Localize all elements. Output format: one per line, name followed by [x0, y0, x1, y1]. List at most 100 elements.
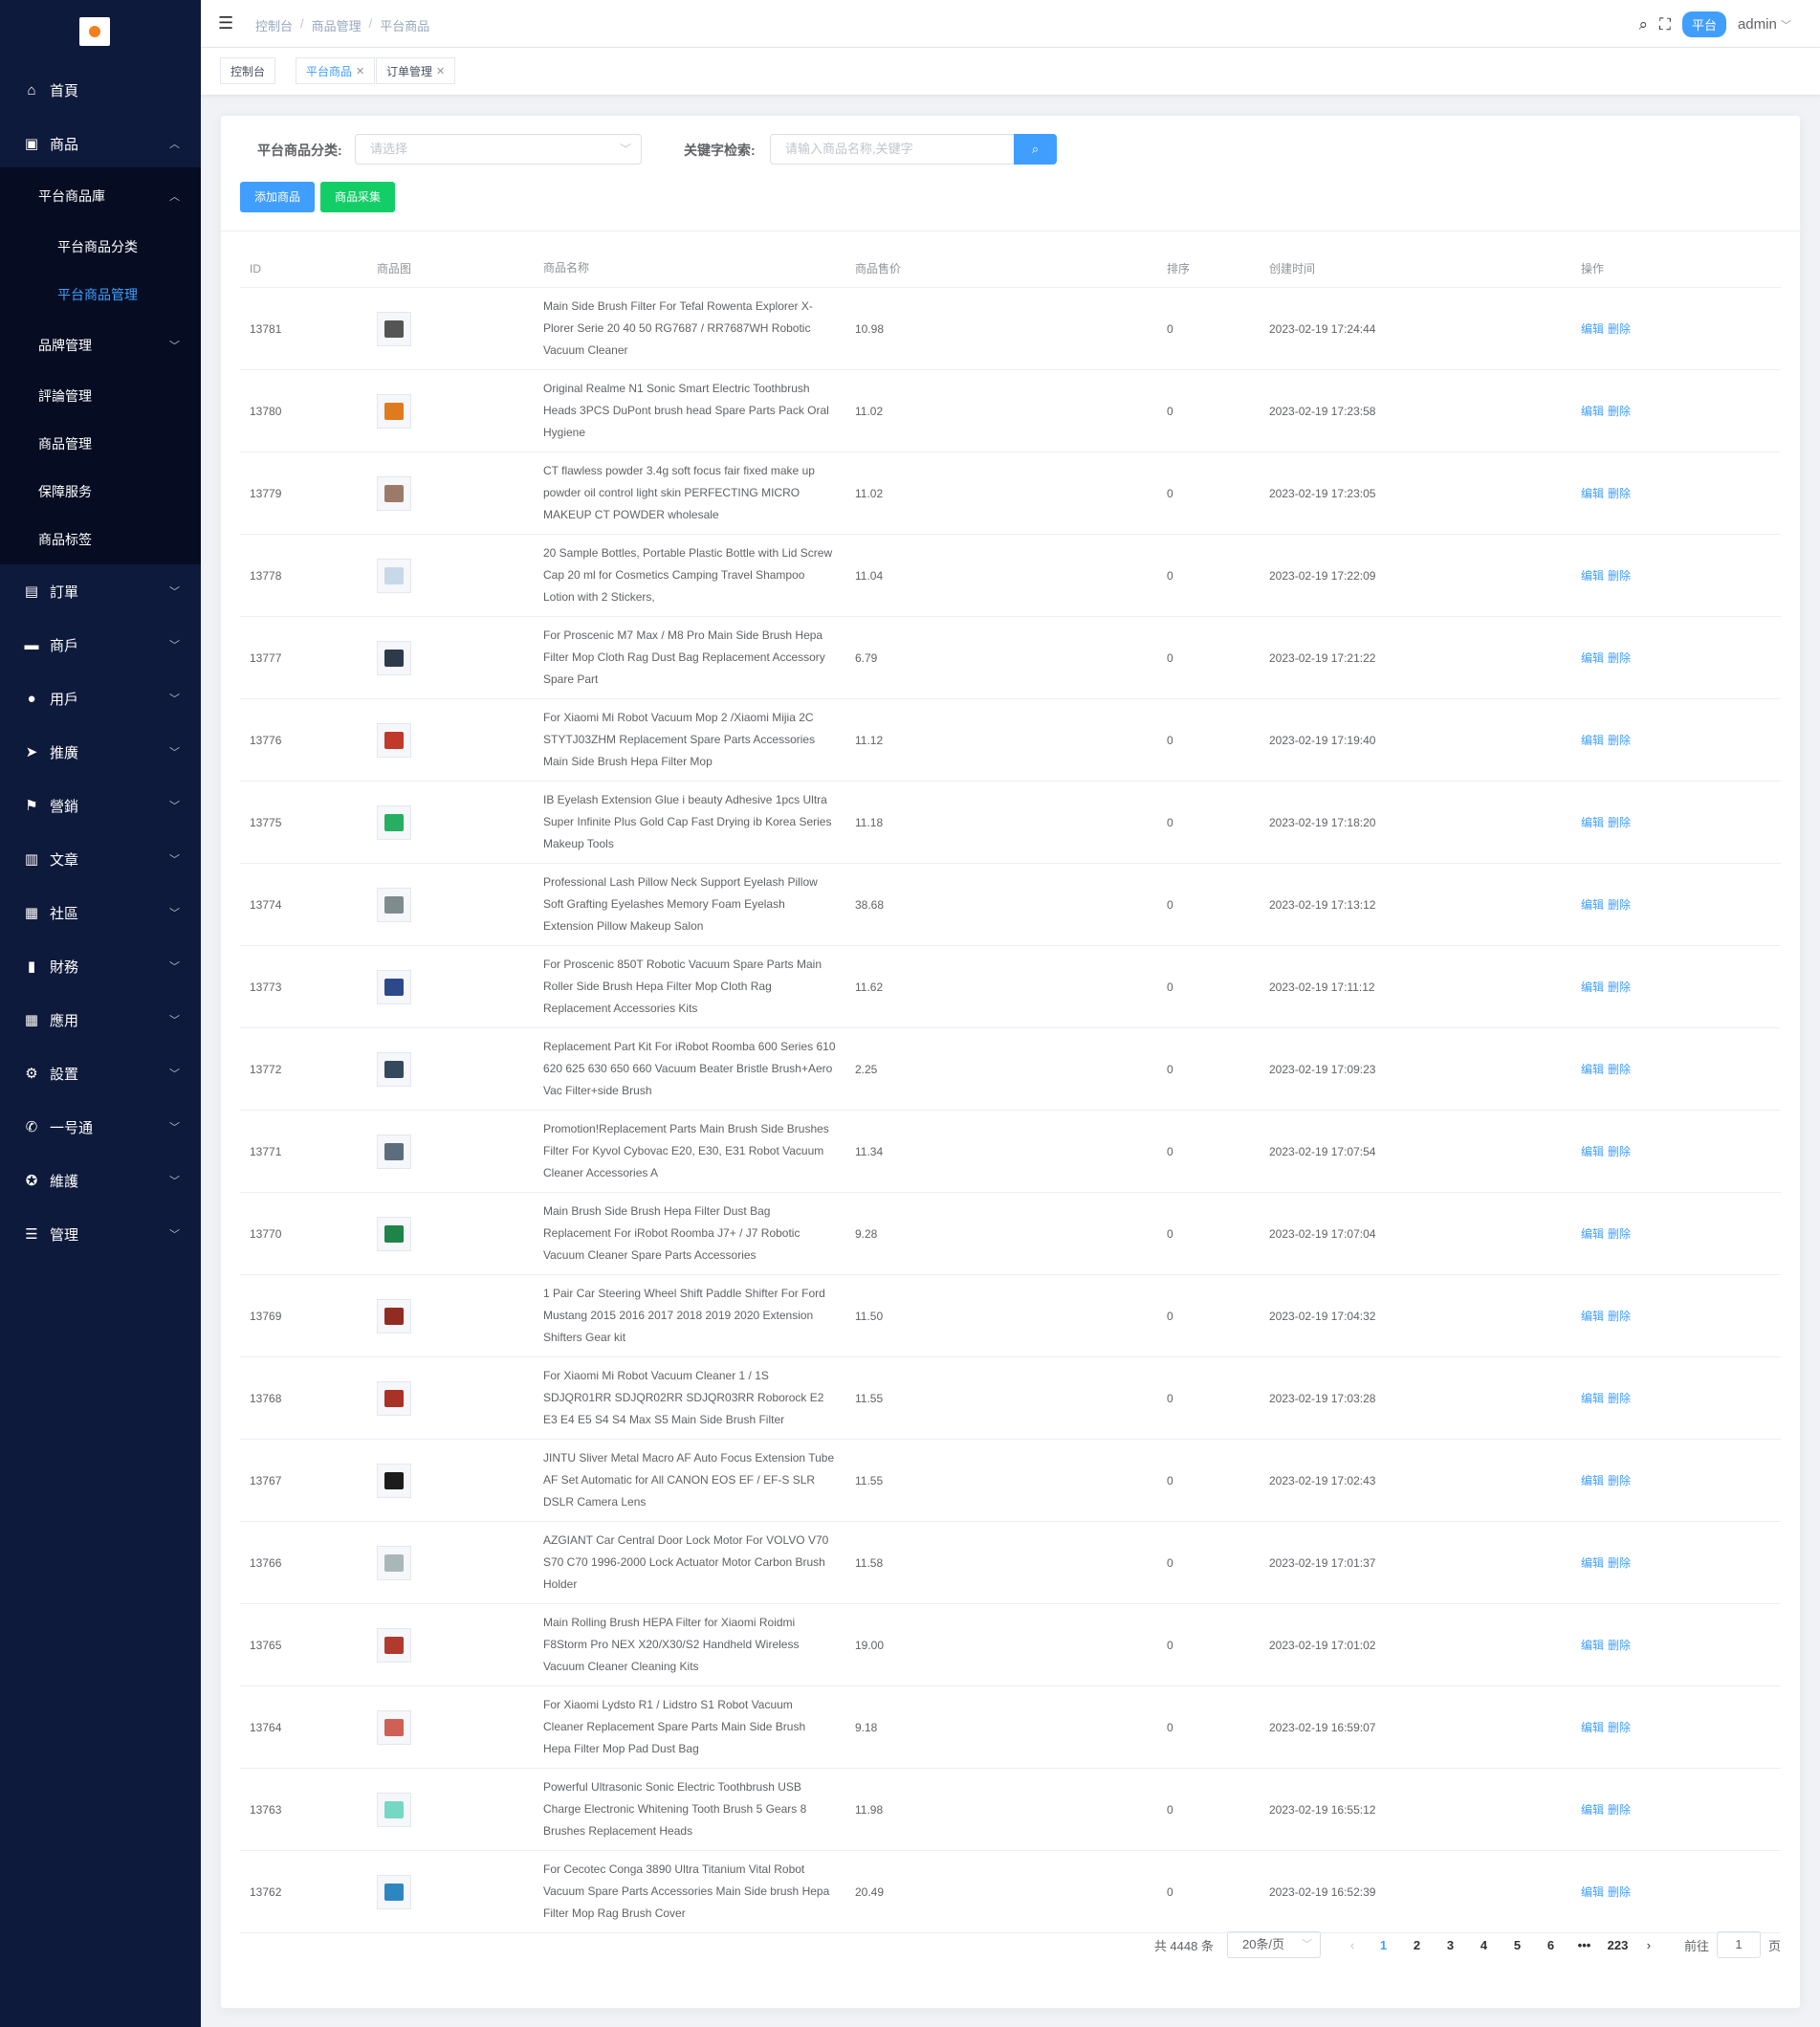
edit-link[interactable]: 编辑: [1581, 816, 1604, 829]
sidebar-menu-item[interactable]: ▦ 社區 ﹀: [0, 886, 201, 939]
edit-link[interactable]: 编辑: [1581, 405, 1604, 418]
edit-link[interactable]: 编辑: [1581, 651, 1604, 665]
sidebar-submenu-item[interactable]: 平台商品管理: [0, 271, 201, 319]
product-thumbnail[interactable]: [377, 1792, 411, 1827]
breadcrumb-item[interactable]: 控制台: [255, 16, 293, 34]
delete-link[interactable]: 删除: [1608, 1639, 1631, 1652]
edit-link[interactable]: 编辑: [1581, 980, 1604, 994]
sidebar-menu-item[interactable]: ✪ 維護 ﹀: [0, 1154, 201, 1207]
delete-link[interactable]: 删除: [1608, 734, 1631, 747]
close-icon[interactable]: ✕: [356, 65, 364, 77]
product-thumbnail[interactable]: [377, 311, 411, 346]
search-icon[interactable]: ⌕: [1639, 15, 1649, 34]
tab-tag[interactable]: 订单管理 ✕: [376, 57, 456, 84]
delete-link[interactable]: 删除: [1608, 1885, 1631, 1899]
edit-link[interactable]: 编辑: [1581, 1639, 1604, 1652]
page-number[interactable]: 223: [1601, 1938, 1634, 1952]
delete-link[interactable]: 删除: [1608, 1556, 1631, 1570]
product-thumbnail[interactable]: [377, 1051, 411, 1087]
sidebar-menu-item[interactable]: ● 用戶 ﹀: [0, 672, 201, 725]
edit-link[interactable]: 编辑: [1581, 1556, 1604, 1570]
product-thumbnail[interactable]: [377, 640, 411, 675]
sidebar-menu-item[interactable]: ⚑ 營銷 ﹀: [0, 779, 201, 832]
product-thumbnail[interactable]: [377, 1545, 411, 1580]
category-select[interactable]: 请选择 ﹀: [355, 134, 642, 165]
delete-link[interactable]: 删除: [1608, 405, 1631, 418]
delete-link[interactable]: 删除: [1608, 980, 1631, 994]
sidebar-submenu-item[interactable]: 平台商品分类: [0, 223, 201, 271]
keyword-search-input[interactable]: 请输入商品名称,关键字: [770, 134, 1014, 165]
product-thumbnail[interactable]: [377, 1134, 411, 1169]
product-thumbnail[interactable]: [377, 1216, 411, 1251]
menu-toggle-icon[interactable]: ☰: [218, 13, 233, 33]
sidebar-menu-item[interactable]: ☰ 管理 ﹀: [0, 1207, 201, 1261]
delete-link[interactable]: 删除: [1608, 1063, 1631, 1076]
product-thumbnail[interactable]: [377, 1874, 411, 1909]
page-number[interactable]: 2: [1400, 1938, 1434, 1952]
page-size-select[interactable]: 20条/页 ﹀: [1226, 1931, 1321, 1958]
edit-link[interactable]: 编辑: [1581, 1803, 1604, 1817]
delete-link[interactable]: 删除: [1608, 898, 1631, 912]
product-thumbnail[interactable]: [377, 887, 411, 922]
delete-link[interactable]: 删除: [1608, 569, 1631, 583]
prev-page-icon[interactable]: ‹: [1338, 1938, 1367, 1952]
sidebar-menu-item[interactable]: ▤ 訂單 ﹀: [0, 564, 201, 618]
sidebar-menu-item[interactable]: ✆ 一号通 ﹀: [0, 1100, 201, 1154]
sidebar-submenu-item[interactable]: 商品管理: [0, 420, 201, 468]
product-thumbnail[interactable]: [377, 969, 411, 1004]
sidebar-menu-item[interactable]: ▦ 應用 ﹀: [0, 993, 201, 1047]
page-number[interactable]: 6: [1534, 1938, 1568, 1952]
breadcrumb-item[interactable]: 商品管理: [312, 16, 362, 34]
sidebar-submenu-item[interactable]: 平台商品庫 ︿: [0, 172, 201, 220]
edit-link[interactable]: 编辑: [1581, 487, 1604, 500]
edit-link[interactable]: 编辑: [1581, 1310, 1604, 1323]
sidebar-menu-item[interactable]: ⚙ 設置 ﹀: [0, 1047, 201, 1100]
edit-link[interactable]: 编辑: [1581, 1227, 1604, 1241]
delete-link[interactable]: 删除: [1608, 487, 1631, 500]
edit-link[interactable]: 编辑: [1581, 1392, 1604, 1405]
tab-tag[interactable]: 平台商品 ✕: [296, 57, 376, 84]
page-number[interactable]: 4: [1467, 1938, 1501, 1952]
delete-link[interactable]: 删除: [1608, 322, 1631, 336]
product-thumbnail[interactable]: [377, 475, 411, 511]
product-thumbnail[interactable]: [377, 1380, 411, 1416]
delete-link[interactable]: 删除: [1608, 651, 1631, 665]
delete-link[interactable]: 删除: [1608, 1145, 1631, 1158]
product-thumbnail[interactable]: [377, 722, 411, 758]
sidebar-submenu-item[interactable]: 評論管理: [0, 372, 201, 420]
sidebar-menu-item[interactable]: ▮ 財務 ﹀: [0, 939, 201, 993]
search-button[interactable]: ⌕: [1014, 134, 1057, 165]
fullscreen-icon[interactable]: ⛶: [1659, 15, 1671, 34]
edit-link[interactable]: 编辑: [1581, 322, 1604, 336]
more-pages-icon[interactable]: •••: [1568, 1938, 1601, 1952]
sidebar-menu-item[interactable]: ▣ 商品 ︿: [0, 117, 201, 170]
sidebar-menu-item[interactable]: ⌂ 首頁: [0, 63, 201, 117]
delete-link[interactable]: 删除: [1608, 1392, 1631, 1405]
product-thumbnail[interactable]: [377, 1463, 411, 1498]
sidebar-menu-item[interactable]: ▥ 文章 ﹀: [0, 832, 201, 886]
edit-link[interactable]: 编辑: [1581, 1474, 1604, 1487]
product-thumbnail[interactable]: [377, 804, 411, 840]
product-thumbnail[interactable]: [377, 1298, 411, 1333]
edit-link[interactable]: 编辑: [1581, 734, 1604, 747]
sidebar-menu-item[interactable]: ▬ 商戶 ﹀: [0, 618, 201, 672]
sidebar-submenu-item[interactable]: 保障服务: [0, 468, 201, 516]
product-thumbnail[interactable]: [377, 1627, 411, 1663]
delete-link[interactable]: 删除: [1608, 1227, 1631, 1241]
page-number[interactable]: 1: [1367, 1938, 1400, 1952]
product-thumbnail[interactable]: [377, 558, 411, 593]
sidebar-submenu-item[interactable]: 商品标签: [0, 516, 201, 563]
edit-link[interactable]: 编辑: [1581, 898, 1604, 912]
product-thumbnail[interactable]: [377, 393, 411, 429]
sidebar-menu-item[interactable]: ➤ 推廣 ﹀: [0, 725, 201, 779]
user-menu[interactable]: admin ﹀: [1738, 16, 1791, 33]
delete-link[interactable]: 删除: [1608, 1803, 1631, 1817]
edit-link[interactable]: 编辑: [1581, 1063, 1604, 1076]
delete-link[interactable]: 删除: [1608, 816, 1631, 829]
edit-link[interactable]: 编辑: [1581, 1721, 1604, 1734]
page-number[interactable]: 3: [1434, 1938, 1467, 1952]
page-number[interactable]: 5: [1501, 1938, 1534, 1952]
next-page-icon[interactable]: ›: [1634, 1938, 1663, 1952]
collect-product-button[interactable]: 商品采集: [320, 182, 396, 212]
delete-link[interactable]: 删除: [1608, 1310, 1631, 1323]
